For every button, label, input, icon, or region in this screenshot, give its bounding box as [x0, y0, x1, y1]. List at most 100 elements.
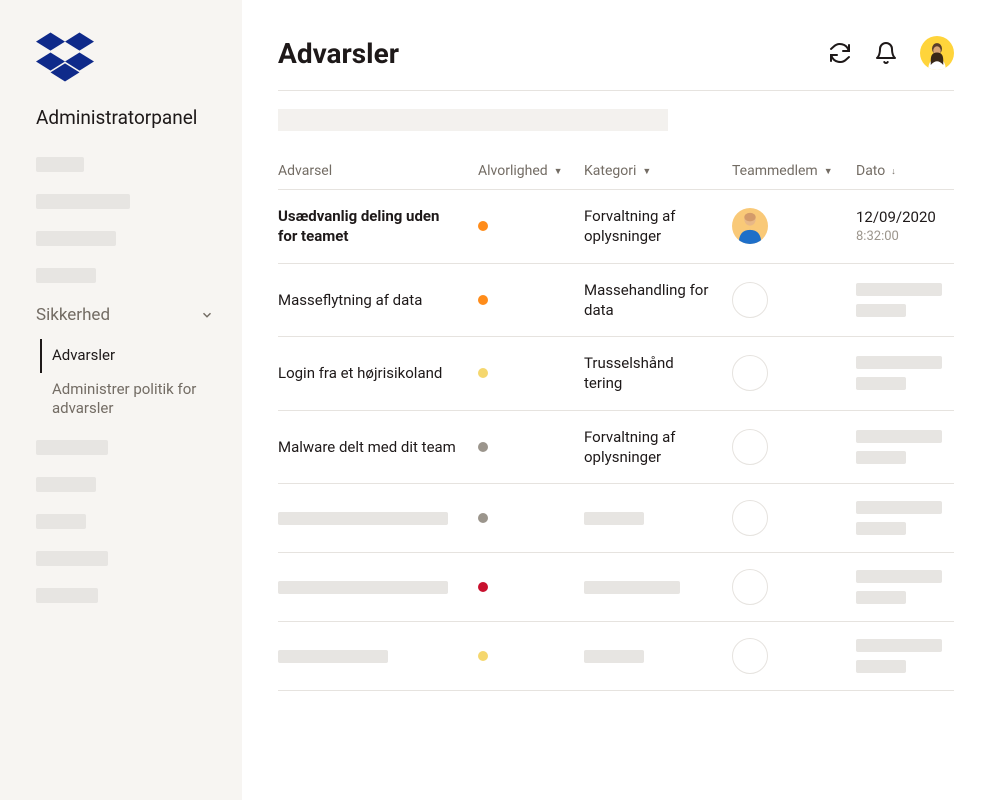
severity-dot — [478, 651, 488, 661]
cell-kategori — [584, 650, 732, 663]
cell-kategori: Massehandling for data — [584, 280, 732, 321]
severity-dot — [478, 221, 488, 231]
severity-dot — [478, 368, 488, 378]
placeholder — [584, 512, 644, 525]
subnav: Advarsler Administrer politik for advars… — [40, 339, 242, 426]
cell-kategori — [584, 512, 732, 525]
placeholder — [856, 522, 906, 535]
placeholder — [856, 660, 906, 673]
cell-advarsel — [278, 650, 478, 663]
nav-placeholder — [36, 588, 98, 603]
dropbox-logo — [36, 32, 242, 86]
cell-teammedlem — [732, 429, 856, 465]
team-avatar-empty — [732, 500, 768, 536]
cell-alvorlighed — [478, 295, 584, 305]
table-row[interactable] — [278, 622, 954, 691]
filter-placeholder — [278, 109, 668, 131]
caret-down-icon: ▼ — [824, 166, 833, 177]
cell-advarsel: Malware delt med dit team — [278, 437, 478, 457]
cell-teammedlem — [732, 208, 856, 244]
placeholder — [856, 570, 942, 583]
cell-kategori — [584, 581, 732, 594]
arrow-down-icon: ↓ — [891, 166, 896, 177]
cell-advarsel: Login fra et højrisikoland — [278, 363, 478, 383]
nav-placeholder — [36, 194, 130, 209]
header-actions — [828, 36, 954, 70]
team-avatar-empty — [732, 638, 768, 674]
table-row[interactable]: Login fra et højrisikolandTrusselshånd t… — [278, 337, 954, 411]
placeholder — [856, 377, 906, 390]
cell-dato — [856, 356, 954, 390]
header: Advarsler — [278, 36, 954, 70]
table-row[interactable]: Masseflytning af data Massehandling for d… — [278, 264, 954, 338]
chevron-down-icon — [200, 308, 214, 322]
cell-alvorlighed — [478, 513, 584, 523]
cell-dato — [856, 283, 954, 317]
cell-dato — [856, 570, 954, 604]
col-header-advarsel[interactable]: Advarsel — [278, 163, 478, 179]
bell-icon[interactable] — [874, 41, 898, 65]
nav-placeholder — [36, 268, 96, 283]
nav-placeholder — [36, 440, 108, 455]
nav-placeholder — [36, 477, 96, 492]
severity-dot — [478, 582, 488, 592]
sidebar-item-administrer-politik[interactable]: Administrer politik for advarsler — [40, 373, 242, 426]
severity-dot — [478, 295, 488, 305]
date-value: 12/09/2020 — [856, 208, 954, 226]
cell-dato: 12/09/2020 8:32:00 — [856, 208, 954, 244]
placeholder — [856, 501, 942, 514]
cell-teammedlem — [732, 638, 856, 674]
placeholder — [856, 639, 942, 652]
refresh-icon[interactable] — [828, 41, 852, 65]
table-row[interactable] — [278, 484, 954, 553]
cell-dato — [856, 430, 954, 464]
divider — [278, 90, 954, 91]
table-header: Advarsel Alvorlighed ▼ Kategori ▼ Teamme… — [278, 163, 954, 190]
sidebar-section-label: Sikkerhed — [36, 305, 110, 325]
cell-dato — [856, 501, 954, 535]
cell-teammedlem — [732, 355, 856, 391]
col-header-alvorlighed[interactable]: Alvorlighed ▼ — [478, 163, 584, 179]
cell-advarsel: Masseflytning af data — [278, 290, 478, 310]
sidebar-item-advarsler[interactable]: Advarsler — [40, 339, 242, 373]
placeholder — [856, 430, 942, 443]
cell-dato — [856, 639, 954, 673]
nav-placeholder — [36, 551, 108, 566]
col-header-teammedlem[interactable]: Teammedlem ▼ — [732, 163, 856, 179]
cell-teammedlem — [732, 569, 856, 605]
cell-alvorlighed — [478, 368, 584, 378]
placeholder — [278, 650, 388, 663]
nav-placeholder — [36, 231, 116, 246]
nav-placeholder — [36, 514, 86, 529]
team-avatar-empty — [732, 355, 768, 391]
caret-down-icon: ▼ — [642, 166, 651, 177]
cell-teammedlem — [732, 282, 856, 318]
placeholder — [278, 512, 448, 525]
placeholder — [856, 304, 906, 317]
placeholder — [278, 581, 448, 594]
team-avatar[interactable] — [732, 208, 768, 244]
cell-alvorlighed — [478, 582, 584, 592]
table-row[interactable] — [278, 553, 954, 622]
time-value: 8:32:00 — [856, 229, 954, 244]
panel-title: Administratorpanel — [36, 106, 242, 129]
team-avatar-empty — [732, 282, 768, 318]
user-avatar[interactable] — [920, 36, 954, 70]
team-avatar-empty — [732, 569, 768, 605]
col-header-kategori[interactable]: Kategori ▼ — [584, 163, 732, 179]
cell-advarsel: Usædvanlig deling uden for teamet — [278, 206, 478, 247]
table-row[interactable]: Usædvanlig deling uden for teamet Forvalt… — [278, 190, 954, 264]
cell-alvorlighed — [478, 651, 584, 661]
col-header-dato[interactable]: Dato ↓ — [856, 163, 954, 179]
main: Advarsler Advars — [242, 0, 990, 800]
table-body: Usædvanlig deling uden for teamet Forvalt… — [278, 190, 954, 691]
sidebar: Administratorpanel Sikkerhed Advarsler A… — [0, 0, 242, 800]
table-row[interactable]: Malware delt med dit teamForvaltning af … — [278, 411, 954, 485]
cell-teammedlem — [732, 500, 856, 536]
nav-placeholder — [36, 157, 84, 172]
placeholder — [584, 581, 680, 594]
sidebar-section-security[interactable]: Sikkerhed — [36, 305, 214, 325]
placeholder — [856, 356, 942, 369]
team-avatar-empty — [732, 429, 768, 465]
cell-kategori: Forvaltning af oplysninger — [584, 206, 732, 247]
